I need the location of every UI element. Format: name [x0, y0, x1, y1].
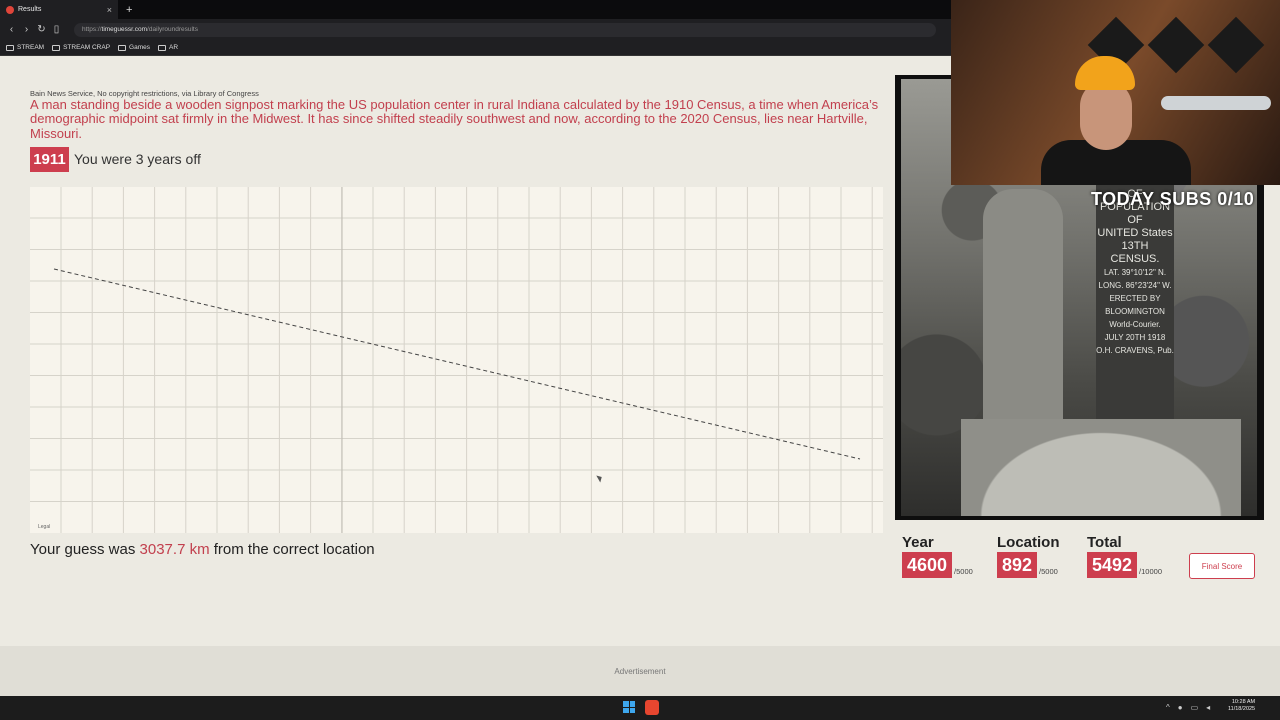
bookmark-folder-stream-crap[interactable]: STREAM CRAP — [52, 44, 110, 51]
years-off-text: You were 3 years off — [74, 151, 201, 167]
reload-icon[interactable]: ↻ — [34, 24, 49, 35]
streamer-head — [1080, 80, 1132, 150]
clock-time: 10:28 AM — [1231, 699, 1256, 705]
clock[interactable]: 10:28 AM 11/18/2025 — [1228, 699, 1255, 713]
webcam-overlay — [951, 0, 1280, 185]
url-path: /dailyroundresults — [147, 26, 198, 33]
url-field[interactable]: https://timeguessr.com/dailyroundresults — [74, 22, 936, 37]
folder-icon — [52, 44, 61, 51]
brave-browser-icon[interactable] — [645, 700, 659, 715]
location-score-value: 892 — [997, 552, 1038, 578]
network-icon[interactable]: ▭ — [1191, 703, 1199, 712]
total-score-value: 5492 — [1087, 552, 1138, 578]
census-signpost: CENTEROFPOPULATIONOFUNITED States13TH CE… — [1096, 175, 1174, 435]
browser-tab[interactable]: Results × — [0, 0, 118, 19]
bookmark-folder-stream[interactable]: STREAM — [6, 44, 44, 51]
rock-pile — [961, 419, 1241, 516]
year-score-label: Year — [902, 534, 934, 551]
year-score: Year 4600/5000 — [902, 534, 973, 578]
final-score-button[interactable]: Final Score — [1189, 553, 1255, 579]
system-tray: ^ ● ▭ ◂ — [1166, 703, 1210, 712]
url-prefix: https:// — [82, 26, 102, 33]
url-domain: timeguessr.com — [101, 26, 148, 33]
mic-tray-icon[interactable]: ● — [1178, 703, 1183, 712]
sign-text-line: BLOOMINGTON — [1105, 307, 1165, 316]
new-tab-button[interactable]: + — [126, 4, 132, 16]
chevron-up-icon[interactable]: ^ — [1166, 703, 1170, 712]
location-score-label: Location — [997, 534, 1060, 551]
sign-text-line: O.H. CRAVENS, Pub. — [1096, 346, 1174, 355]
folder-icon — [158, 44, 166, 51]
subs-counter: TODAY SUBS 0/10 — [1091, 189, 1255, 209]
windows-start-icon[interactable] — [623, 701, 635, 713]
bookmark-folder-games[interactable]: Games — [118, 44, 150, 51]
forward-icon[interactable]: › — [19, 24, 34, 35]
sign-text-line: LONG. 86°23'24" W. — [1098, 281, 1172, 290]
folder-icon — [118, 44, 127, 51]
location-score-max: /5000 — [1039, 567, 1058, 576]
total-score: Total 5492/10000 — [1087, 534, 1162, 578]
correct-year-badge: 1911 — [30, 147, 69, 172]
bookmark-folder-ar[interactable]: AR — [158, 44, 178, 51]
close-tab-icon[interactable]: × — [107, 5, 112, 15]
year-score-max: /5000 — [954, 567, 973, 576]
guess-distance-line — [53, 268, 861, 460]
guess-distance-text: Your guess was 3037.7 km from the correc… — [30, 541, 375, 558]
sign-text-line: JULY 20TH 1918 — [1104, 333, 1166, 342]
bookmark-icon[interactable]: ▯ — [49, 24, 64, 35]
sign-text-line: LAT. 39°10'12" N. — [1103, 268, 1167, 277]
sign-text-line: World-Courier. — [1109, 320, 1161, 329]
acoustic-foam — [1147, 16, 1205, 74]
map-grid — [30, 187, 883, 533]
total-score-label: Total — [1087, 534, 1122, 551]
tab-title: Results — [18, 6, 42, 13]
sign-text-line: UNITED States — [1097, 227, 1173, 239]
year-score-value: 4600 — [902, 552, 953, 578]
site-favicon-icon — [6, 5, 14, 14]
sign-text-line: 13TH CENSUS. — [1110, 240, 1160, 265]
result-map[interactable]: Legal — [30, 187, 883, 533]
location-score: Location 892/5000 — [997, 534, 1060, 578]
back-icon[interactable]: ‹ — [4, 24, 19, 35]
acoustic-foam — [1207, 16, 1265, 74]
photo-caption: A man standing beside a wooden signpost … — [30, 97, 879, 141]
advertisement-area: Advertisement — [0, 646, 1280, 696]
sign-text-line: ERECTED BY — [1109, 294, 1161, 303]
guess-distance-value: 3037.7 km — [139, 541, 210, 558]
folder-icon — [6, 44, 14, 51]
sign-text-line: OF — [1127, 214, 1143, 226]
map-legal-link[interactable]: Legal — [38, 524, 50, 530]
volume-icon[interactable]: ◂ — [1206, 703, 1210, 712]
microphone-icon — [1161, 96, 1271, 110]
total-score-max: /10000 — [1139, 567, 1162, 576]
windows-taskbar: ^ ● ▭ ◂ 10:28 AM 11/18/2025 — [0, 696, 1280, 720]
clock-date: 11/18/2025 — [1228, 706, 1256, 712]
